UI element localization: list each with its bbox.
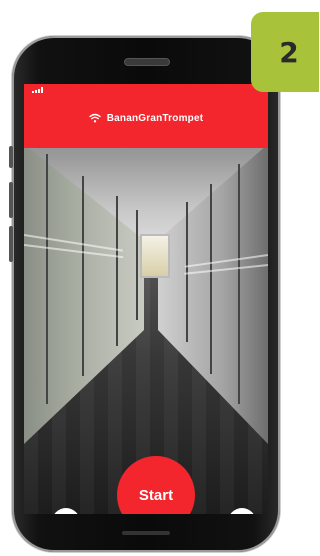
glass-frame <box>238 164 240 404</box>
home-indicator <box>122 531 170 535</box>
network-header: BananGranTrompet <box>24 84 268 148</box>
glass-frame <box>46 154 48 404</box>
network-name-label: BananGranTrompet <box>106 112 204 124</box>
glass-frame <box>116 196 118 346</box>
phone-frame: BananGranTrompet Start <box>9 36 280 552</box>
phone-top-bezel <box>12 36 280 86</box>
volume-down-button <box>9 226 13 262</box>
step-number: 2 <box>279 35 299 69</box>
corridor-end-window <box>142 236 168 276</box>
wifi-icon <box>89 113 101 123</box>
step-badge: 2 <box>251 12 319 92</box>
volume-up-button <box>9 182 13 218</box>
glass-frame <box>136 210 138 320</box>
glass-frame <box>210 184 212 374</box>
mute-switch <box>9 146 13 168</box>
network-info: BananGranTrompet <box>89 113 204 124</box>
signal-bars-icon <box>32 87 44 93</box>
glass-frame <box>82 176 84 376</box>
camera-view[interactable] <box>24 84 268 514</box>
speaker-grille <box>124 58 170 66</box>
app-screen: BananGranTrompet Start <box>24 84 268 514</box>
